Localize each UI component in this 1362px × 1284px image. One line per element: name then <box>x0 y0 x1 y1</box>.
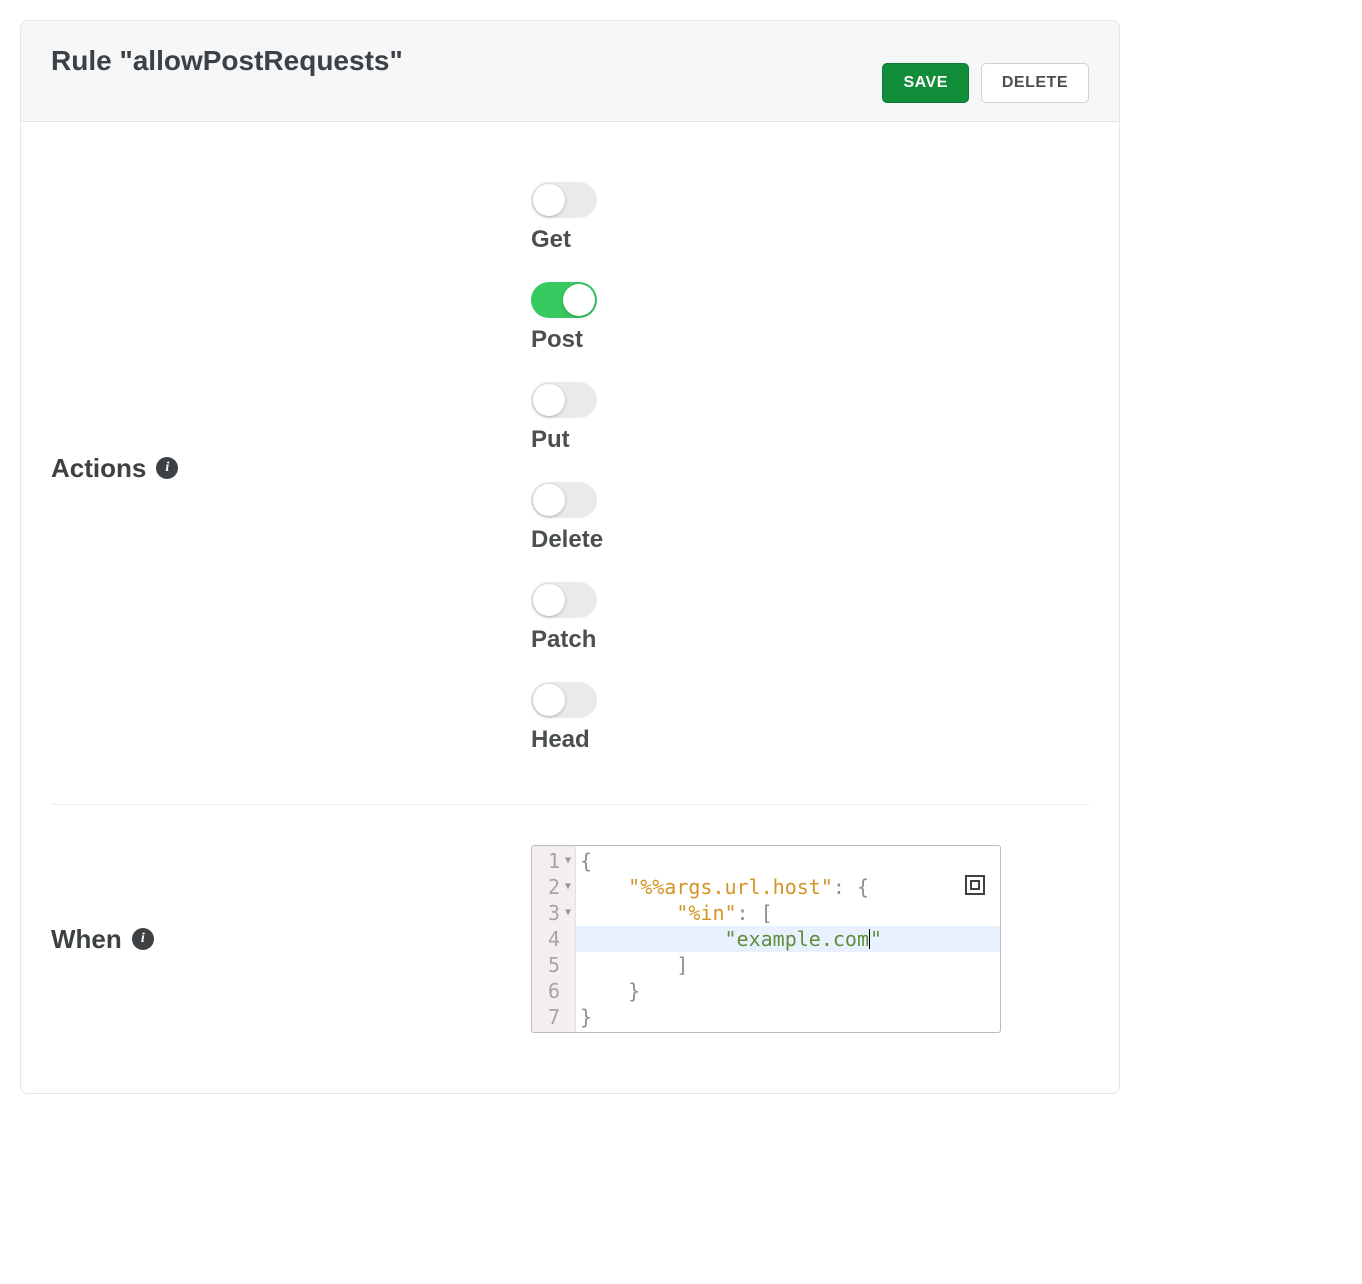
toggle-item-put: Put <box>531 382 1089 454</box>
line-number: 5 <box>542 952 560 978</box>
line-number: 4 <box>542 926 560 952</box>
code-line: "%%args.url.host": { <box>576 874 1000 900</box>
fold-icon[interactable] <box>563 874 573 900</box>
toggle-item-head: Head <box>531 682 1089 754</box>
page-title: Rule "allowPostRequests" <box>51 45 403 77</box>
fullscreen-icon[interactable] <box>963 873 987 897</box>
toggle-post[interactable] <box>531 282 597 318</box>
code-line: "%in": [ <box>576 900 1000 926</box>
code-line: "example.com" <box>576 926 1000 952</box>
toggle-label: Delete <box>531 526 603 554</box>
info-icon[interactable]: i <box>156 457 178 479</box>
editor-code-area[interactable]: { "%%args.url.host": { "%in": [ "example… <box>576 846 1000 1032</box>
gutter-line: 2 <box>542 874 573 900</box>
line-number: 3 <box>542 900 560 926</box>
info-icon[interactable]: i <box>132 928 154 950</box>
actions-toggle-group: Get Post Put Delete Patch Head <box>531 182 1089 754</box>
code-line: } <box>576 978 1000 1004</box>
toggle-item-patch: Patch <box>531 582 1089 654</box>
actions-label: Actions <box>51 453 146 484</box>
toggle-label: Put <box>531 426 570 454</box>
delete-button[interactable]: DELETE <box>981 63 1089 103</box>
line-number: 7 <box>542 1004 560 1030</box>
toggle-knob <box>533 184 565 216</box>
gutter-line: 4 <box>542 926 573 952</box>
toggle-put[interactable] <box>531 382 597 418</box>
when-row: When i 1234567 { "%%args.url.host": { "%… <box>51 845 1089 1063</box>
gutter-line: 1 <box>542 848 573 874</box>
actions-label-col: Actions i <box>51 453 531 484</box>
when-label-col: When i <box>51 924 531 955</box>
toggle-label: Head <box>531 726 590 754</box>
toggle-get[interactable] <box>531 182 597 218</box>
code-line: { <box>576 848 1000 874</box>
line-number: 2 <box>542 874 560 900</box>
toggle-item-get: Get <box>531 182 1089 254</box>
fold-icon[interactable] <box>563 900 573 926</box>
actions-control-col: Get Post Put Delete Patch Head <box>531 182 1089 754</box>
line-number: 6 <box>542 978 560 1004</box>
toggle-knob <box>533 584 565 616</box>
when-editor-wrap: 1234567 { "%%args.url.host": { "%in": [ … <box>531 845 1001 1033</box>
save-button[interactable]: SAVE <box>882 63 968 103</box>
toggle-label: Get <box>531 226 571 254</box>
gutter-line: 7 <box>542 1004 573 1030</box>
line-number: 1 <box>542 848 560 874</box>
toggle-label: Patch <box>531 626 596 654</box>
panel-header: Rule "allowPostRequests" SAVE DELETE <box>21 21 1119 122</box>
gutter-line: 6 <box>542 978 573 1004</box>
toggle-knob <box>533 684 565 716</box>
toggle-delete[interactable] <box>531 482 597 518</box>
fold-icon[interactable] <box>563 848 573 874</box>
toggle-head[interactable] <box>531 682 597 718</box>
toggle-patch[interactable] <box>531 582 597 618</box>
editor-gutter: 1234567 <box>532 846 576 1032</box>
toggle-knob <box>533 384 565 416</box>
gutter-line: 3 <box>542 900 573 926</box>
rule-panel: Rule "allowPostRequests" SAVE DELETE Act… <box>20 20 1120 1094</box>
actions-row: Actions i Get Post Put Delete Patch Head <box>51 182 1089 805</box>
panel-body: Actions i Get Post Put Delete Patch Head When… <box>21 122 1119 1093</box>
gutter-line: 5 <box>542 952 573 978</box>
toggle-knob <box>563 284 595 316</box>
toggle-item-delete: Delete <box>531 482 1089 554</box>
header-buttons: SAVE DELETE <box>882 63 1089 103</box>
when-control-col: 1234567 { "%%args.url.host": { "%in": [ … <box>531 845 1089 1033</box>
toggle-knob <box>533 484 565 516</box>
toggle-label: Post <box>531 326 583 354</box>
code-line: ] <box>576 952 1000 978</box>
code-line: } <box>576 1004 1000 1030</box>
when-code-editor[interactable]: 1234567 { "%%args.url.host": { "%in": [ … <box>531 845 1001 1033</box>
toggle-item-post: Post <box>531 282 1089 354</box>
when-label: When <box>51 924 122 955</box>
